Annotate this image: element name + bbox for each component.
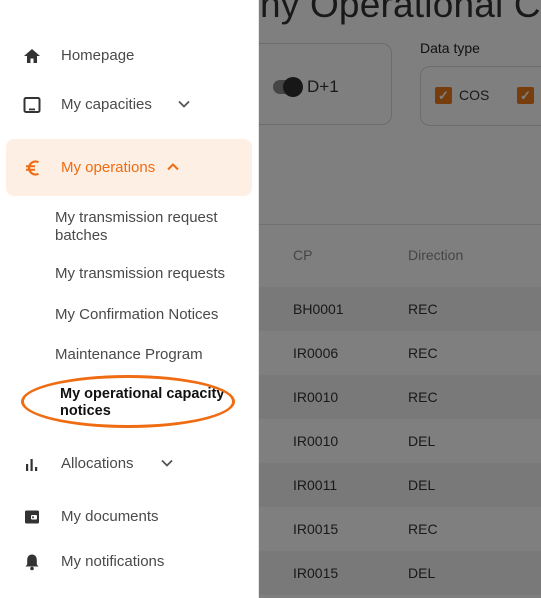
toggle-label: D+1 [307,77,339,96]
sidebar-item-label: My documents [61,508,159,525]
table-header: CP Direction [258,224,541,287]
data-type-label: Data type [420,40,480,56]
sidebar-item-my-documents[interactable]: My documents [0,495,252,539]
cp-cell: IR0006 [293,345,339,361]
euro-icon [26,160,39,176]
table-row[interactable]: IR0015 REC [258,507,541,551]
sidebar-item-my-capacities[interactable]: My capacities [0,83,252,127]
sidebar-item-label: Homepage [61,47,135,64]
bell-icon [25,554,39,571]
sidebar-item-label: Allocations [61,455,134,472]
column-header-cp: CP [293,247,313,263]
sidebar-item-label: My capacities [61,96,152,113]
direction-cell: REC [408,521,438,537]
sidebar-item-my-operations[interactable]: My operations [6,139,252,196]
page-title: ny Operational Cap [260,0,541,25]
column-header-direction: Direction [408,247,464,263]
table-row[interactable]: IR0011 DEL [258,463,541,507]
sidebar-item-my-notifications[interactable]: My notifications [0,540,252,584]
home-icon [24,49,40,63]
sidebar-item-allocations[interactable]: Allocations [0,442,252,486]
d-plus-one-toggle[interactable] [273,77,303,97]
wallet-icon [25,510,39,524]
direction-cell: REC [408,345,438,361]
cos-checkbox[interactable]: ✓ [435,87,452,104]
direction-cell: REC [408,389,438,405]
chevron-down-icon[interactable] [177,97,191,111]
cp-cell: IR0010 [293,389,339,405]
sidebar-item-homepage[interactable]: Homepage [0,34,252,78]
direction-cell: REC [408,301,438,317]
cp-cell: BH0001 [293,301,344,317]
sidebar-subitem-transmission-request-batches[interactable]: My transmission request batches [55,209,235,245]
capacity-table: CP Direction BH0001 REC IR0006 REC IR001… [258,224,541,595]
tablet-icon [23,97,41,113]
main-content: ny Operational Cap D+1 Data type ✓ COS ✓… [258,0,541,598]
data-type-box: ✓ COS ✓ [420,66,541,126]
sidebar-item-label: My operations [61,159,156,176]
day-filter-box: D+1 [258,43,392,125]
table-row[interactable]: BH0001 REC [258,287,541,331]
sidebar-subitem-maintenance-program[interactable]: Maintenance Program [55,346,235,364]
second-checkbox[interactable]: ✓ [517,87,534,104]
sidebar-item-label: My notifications [61,553,165,570]
cp-cell: IR0010 [293,433,339,449]
table-row[interactable]: IR0010 REC [258,375,541,419]
table-row[interactable]: IR0006 REC [258,331,541,375]
table-row[interactable]: IR0010 DEL [258,419,541,463]
sidebar-nav: Homepage My capacities My operations My … [0,0,259,598]
bar-chart-icon [26,459,38,471]
toggle-knob [283,77,303,97]
table-row[interactable]: IR0015 DEL [258,551,541,595]
cos-label: COS [459,87,490,103]
sidebar-subitem-operational-capacity-notices[interactable]: My operational capacity notices [60,386,230,420]
direction-cell: DEL [408,565,436,581]
chevron-down-icon[interactable] [160,456,174,470]
chevron-up-icon[interactable] [166,160,180,174]
cp-cell: IR0015 [293,521,339,537]
cp-cell: IR0011 [293,477,338,493]
sidebar-subitem-confirmation-notices[interactable]: My Confirmation Notices [55,306,235,324]
cp-cell: IR0015 [293,565,339,581]
direction-cell: DEL [408,477,436,493]
sidebar-subitem-transmission-requests[interactable]: My transmission requests [55,265,235,283]
direction-cell: DEL [408,433,436,449]
